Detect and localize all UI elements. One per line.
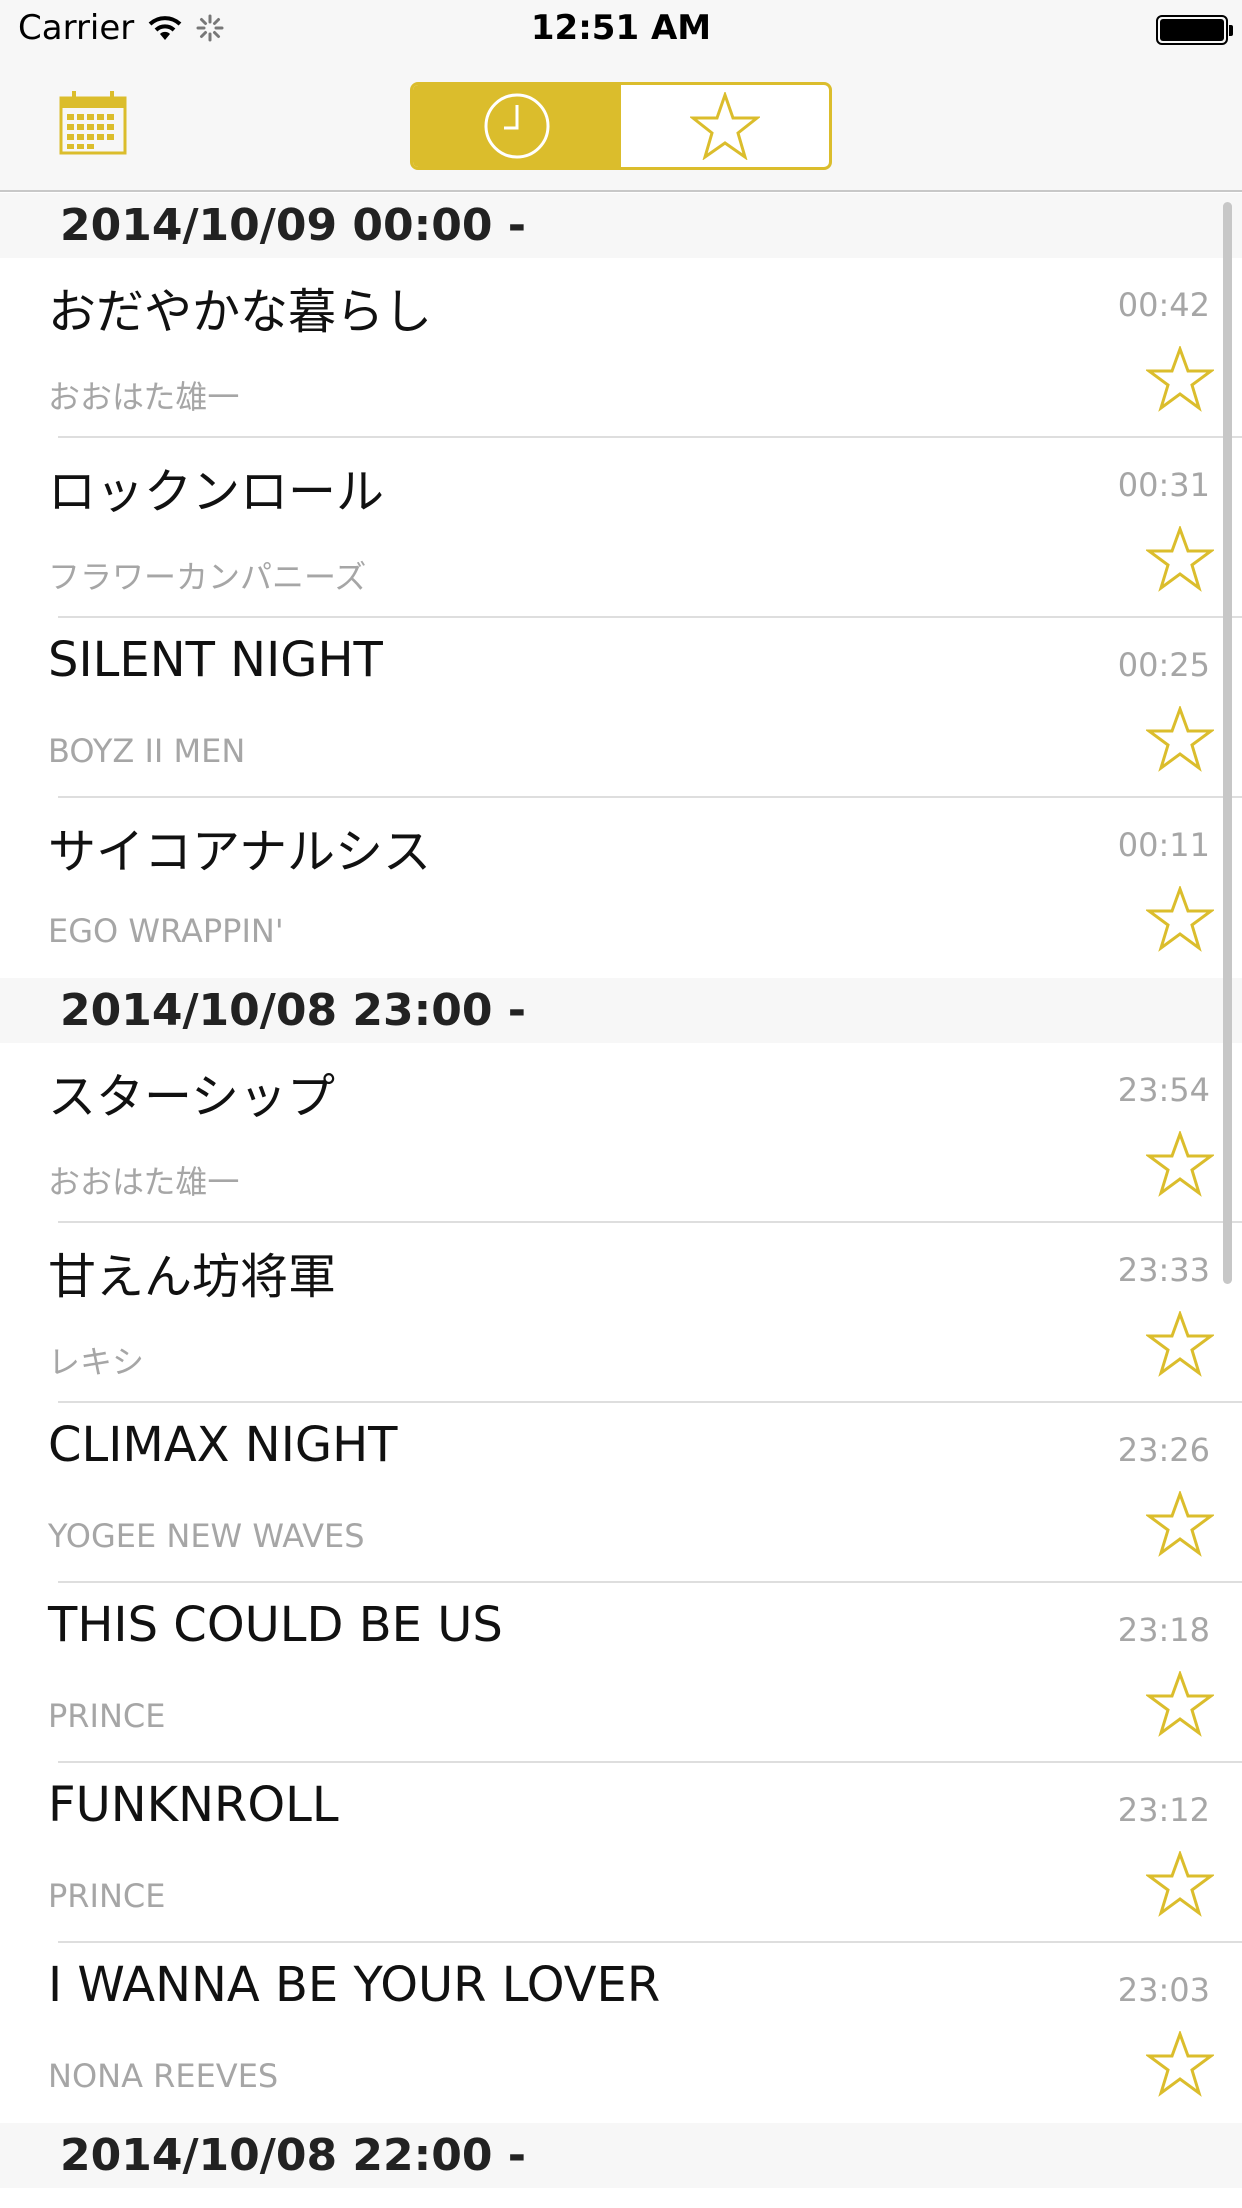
favorite-star-icon[interactable] (1146, 1311, 1214, 1377)
song-artist: おおはた雄一 (48, 1163, 240, 1201)
view-mode-segmented-control (410, 82, 832, 170)
list-item[interactable]: I WANNA BE YOUR LOVER NONA REEVES 23:03 (0, 1943, 1242, 2123)
song-title: CLIMAX NIGHT (48, 1417, 398, 1473)
scroll-indicator[interactable] (1223, 202, 1232, 1284)
list-item[interactable]: スターシップ おおはた雄一 23:54 (0, 1043, 1242, 1223)
song-title: THIS COULD BE US (48, 1597, 503, 1653)
list-item[interactable]: ロックンロール フラワーカンパニーズ 00:31 (0, 438, 1242, 618)
song-artist: NONA REEVES (48, 2057, 279, 2095)
nav-bar (0, 60, 1242, 192)
favorite-star-icon[interactable] (1146, 1491, 1214, 1557)
song-title: 甘えん坊将軍 (48, 1249, 337, 1305)
favorite-star-icon[interactable] (1146, 706, 1214, 772)
favorite-star-icon[interactable] (1146, 886, 1214, 952)
song-history-list[interactable]: 2014/10/09 00:00 - おだやかな暮らし おおはた雄一 00:42… (0, 193, 1242, 2208)
section-header: 2014/10/09 00:00 - (0, 193, 1242, 258)
list-item[interactable]: FUNKNROLL PRINCE 23:12 (0, 1763, 1242, 1943)
song-time: 00:11 (1117, 826, 1210, 864)
song-title: ロックンロール (48, 464, 385, 520)
song-artist: フラワーカンパニーズ (48, 558, 367, 596)
status-time: 12:51 AM (530, 8, 712, 48)
song-title: I WANNA BE YOUR LOVER (48, 1957, 661, 2013)
favorite-star-icon[interactable] (1146, 2031, 1214, 2097)
song-time: 23:33 (1117, 1251, 1210, 1289)
favorite-star-icon[interactable] (1146, 1851, 1214, 1917)
song-title: サイコアナルシス (48, 824, 432, 880)
song-time: 00:25 (1117, 646, 1210, 684)
song-title: おだやかな暮らし (48, 284, 433, 340)
favorite-star-icon[interactable] (1146, 1131, 1214, 1197)
tab-history[interactable] (413, 85, 621, 167)
section-header: 2014/10/08 22:00 - (0, 2123, 1242, 2188)
section-header: 2014/10/08 23:00 - (0, 978, 1242, 1043)
song-title: SILENT NIGHT (48, 632, 383, 688)
song-title: FUNKNROLL (48, 1777, 339, 1833)
status-bar: Carrier 12:51 AM (0, 0, 1242, 60)
star-icon (690, 92, 760, 160)
song-artist: BOYZ II MEN (48, 732, 246, 770)
calendar-button[interactable] (58, 90, 128, 156)
song-time: 00:31 (1117, 466, 1210, 504)
song-artist: レキシ (48, 1343, 145, 1381)
song-title: スターシップ (48, 1069, 336, 1125)
list-item[interactable]: おだやかな暮らし おおはた雄一 00:42 (0, 258, 1242, 438)
song-artist: EGO WRAPPIN' (48, 912, 284, 950)
song-time: 23:18 (1117, 1611, 1210, 1649)
battery-icon (1156, 15, 1233, 45)
song-artist: YOGEE NEW WAVES (48, 1517, 365, 1555)
favorite-star-icon[interactable] (1146, 526, 1214, 592)
song-time: 23:54 (1117, 1071, 1210, 1109)
song-time: 23:26 (1117, 1431, 1210, 1469)
song-time: 23:12 (1117, 1791, 1210, 1829)
song-time: 23:03 (1117, 1971, 1210, 2009)
favorite-star-icon[interactable] (1146, 346, 1214, 412)
list-item[interactable]: 甘えん坊将軍 レキシ 23:33 (0, 1223, 1242, 1403)
tab-favorites[interactable] (621, 85, 829, 167)
song-artist: おおはた雄一 (48, 378, 240, 416)
song-artist: PRINCE (48, 1697, 166, 1735)
clock-icon (484, 93, 550, 159)
list-item[interactable]: SILENT NIGHT BOYZ II MEN 00:25 (0, 618, 1242, 798)
favorite-star-icon[interactable] (1146, 1671, 1214, 1737)
song-artist: PRINCE (48, 1877, 166, 1915)
song-time: 00:42 (1117, 286, 1210, 324)
list-item[interactable]: THIS COULD BE US PRINCE 23:18 (0, 1583, 1242, 1763)
list-item[interactable]: CLIMAX NIGHT YOGEE NEW WAVES 23:26 (0, 1403, 1242, 1583)
calendar-icon (59, 91, 127, 155)
list-item[interactable]: サイコアナルシス EGO WRAPPIN' 00:11 (0, 798, 1242, 978)
